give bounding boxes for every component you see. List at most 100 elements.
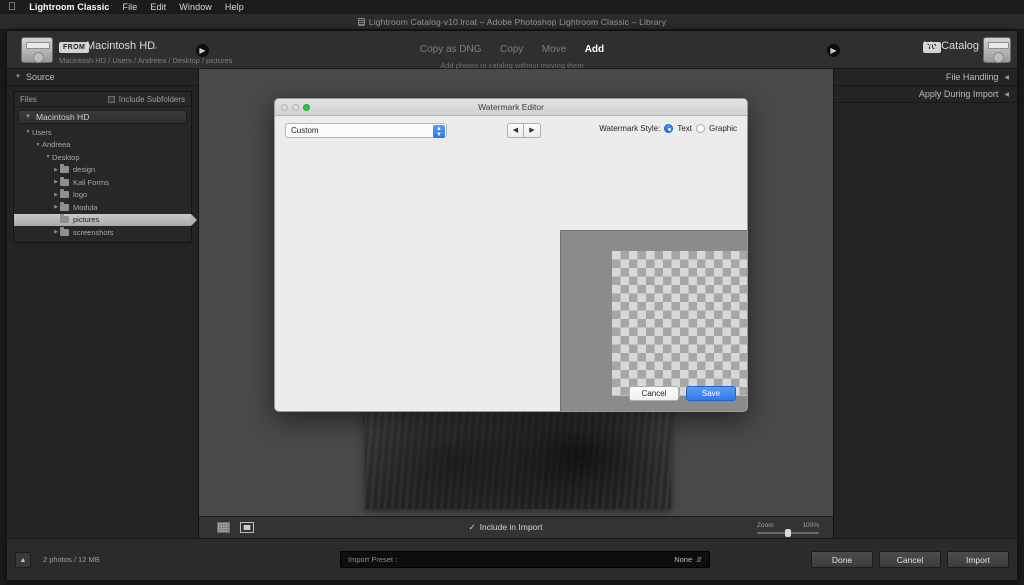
triangle-down-icon[interactable]: ▼ (34, 142, 42, 148)
action-move[interactable]: Move (542, 44, 566, 55)
folder-icon (60, 229, 69, 236)
triangle-down-icon[interactable]: ▼ (24, 129, 32, 135)
cancel-button[interactable]: Cancel (879, 551, 941, 568)
nav-previous-button[interactable]: ◀ (507, 123, 524, 138)
tree-item-desktop[interactable]: ▼ Desktop (14, 151, 191, 164)
radio-graphic[interactable] (696, 124, 705, 133)
watermark-dialog-buttons: Cancel Save (629, 386, 736, 401)
updown-chevron-icon: ⇵ (696, 556, 702, 564)
folder-icon (60, 191, 69, 198)
source-panel-title: Source (26, 72, 55, 82)
include-in-import-label: Include in Import (480, 522, 543, 532)
watermark-editor-titlebar: Watermark Editor (275, 99, 747, 116)
triangle-right-icon[interactable]: ▶ (52, 229, 60, 235)
done-button[interactable]: Done (811, 551, 873, 568)
import-footer-buttons: Done Cancel Import (811, 551, 1009, 568)
tree-item-kali-forms[interactable]: ▶ Kali Forms (14, 176, 191, 189)
catalog-name[interactable]: My Catalog (923, 40, 979, 52)
check-icon: ✓ (469, 522, 476, 532)
watermark-style-label: Watermark Style: (599, 124, 660, 133)
radio-text-label: Text (677, 124, 692, 133)
folder-icon (60, 166, 69, 173)
folder-tree: ▼ Macintosh HD ▼ Users ▼ Andreea (14, 107, 191, 242)
checkbox-icon[interactable] (108, 96, 115, 103)
tree-item-label: design (73, 165, 95, 174)
watermark-nav-buttons: ◀ ▶ (507, 123, 541, 138)
watermark-save-button[interactable]: Save (686, 386, 736, 401)
tree-item-users[interactable]: ▼ Users (14, 126, 191, 139)
zoom-button[interactable] (303, 104, 310, 111)
zoom-label: Zoom (757, 522, 774, 529)
triangle-right-icon[interactable]: ▶ (52, 204, 60, 210)
tree-item-label: Andreea (42, 140, 70, 149)
document-icon (358, 18, 365, 26)
watermark-preset-select[interactable]: Custom ▲▼ (285, 123, 447, 138)
import-settings-panel: File Handling ◀ Apply During Import ◀ (833, 69, 1017, 538)
action-add[interactable]: Add (585, 44, 604, 55)
tree-item-label: Modula (73, 203, 98, 212)
zoom-slider[interactable]: Zoom 100% (757, 522, 819, 534)
tree-item-design[interactable]: ▶ design (14, 164, 191, 177)
menu-item-help[interactable]: Help (225, 2, 244, 12)
panel-file-handling-label: File Handling (946, 72, 999, 82)
tree-item-label: pictures (73, 215, 99, 224)
watermark-editor-title: Watermark Editor (478, 102, 544, 112)
include-in-import-toggle[interactable]: ✓ Include in Import (254, 522, 757, 533)
folder-icon (60, 216, 69, 223)
watermark-cancel-button[interactable]: Cancel (629, 386, 679, 401)
folder-icon (60, 179, 69, 186)
tree-item-label: logo (73, 190, 87, 199)
tree-item-andreea[interactable]: ▼ Andreea (14, 139, 191, 152)
include-subfolders-toggle[interactable]: Include Subfolders (108, 95, 185, 104)
lightroom-app-window:  Lightroom Classic File Edit Window Hel… (0, 0, 1024, 585)
zoom-slider-knob[interactable] (785, 529, 791, 537)
triangle-down-icon[interactable]: ▼ (44, 154, 52, 160)
photo-count-status: 2 photos / 12 MB (43, 555, 100, 564)
tree-item-label: Desktop (52, 153, 80, 162)
panel-apply-during-import[interactable]: Apply During Import ◀ (834, 86, 1017, 103)
menu-item-lightroom-classic[interactable]: Lightroom Classic (29, 2, 109, 12)
stepper-icon[interactable]: ▲▼ (433, 125, 445, 138)
triangle-right-icon[interactable]: ▶ (52, 192, 60, 198)
menu-item-edit[interactable]: Edit (150, 2, 166, 12)
triangle-left-icon: ◀ (1004, 74, 1009, 81)
watermark-preset-value: Custom (291, 126, 319, 135)
import-preset-value: None (674, 555, 692, 564)
window-titlebar: Lightroom Catalog-v10.lrcat – Adobe Phot… (0, 14, 1024, 30)
tree-root-macintosh-hd[interactable]: ▼ Macintosh HD (18, 110, 187, 124)
lightroom-main-window: Lightroom Catalog-v10.lrcat – Adobe Phot… (0, 14, 1024, 585)
expand-panel-button[interactable]: ▲ (15, 552, 31, 568)
minimize-button[interactable] (292, 104, 299, 111)
files-box: Files Include Subfolders ▼ Macintosh HD (13, 91, 192, 243)
panel-file-handling[interactable]: File Handling ◀ (834, 69, 1017, 86)
tree-item-label: Kali Forms (73, 178, 109, 187)
action-copy[interactable]: Copy (500, 44, 523, 55)
close-button[interactable] (281, 104, 288, 111)
radio-text[interactable] (664, 124, 673, 133)
import-preset-label: Import Preset : (348, 555, 397, 564)
source-panel-header[interactable]: ▼ Source (7, 69, 198, 86)
panel-apply-during-import-label: Apply During Import (919, 89, 999, 99)
menu-item-file[interactable]: File (122, 2, 137, 12)
watermark-editor-dialog: Watermark Editor Custom ▲▼ ◀ ▶ Watermark… (274, 98, 748, 412)
menu-item-window[interactable]: Window (179, 2, 212, 12)
tree-item-screenshots[interactable]: ▶ screenshots (14, 226, 191, 239)
import-button[interactable]: Import (947, 551, 1009, 568)
import-action-tabs: Copy as DNG Copy Move Add Add photos to … (7, 39, 1017, 70)
loupe-view-icon[interactable] (240, 522, 254, 533)
apple-logo-icon[interactable]:  (8, 2, 16, 13)
watermark-preview (560, 230, 748, 412)
import-preset-selector[interactable]: Import Preset : None ⇵ (340, 551, 710, 568)
nav-next-button[interactable]: ▶ (524, 123, 541, 138)
transparency-checkerboard (612, 251, 748, 396)
tree-item-pictures[interactable]: pictures (14, 214, 191, 227)
import-footer: ▲ 2 photos / 12 MB Import Preset : None … (7, 538, 1017, 580)
zoom-value: 100% (802, 522, 819, 529)
action-copy-as-dng[interactable]: Copy as DNG (420, 44, 482, 55)
triangle-right-icon[interactable]: ▶ (52, 167, 60, 173)
tree-item-modula[interactable]: ▶ Modula (14, 201, 191, 214)
grid-view-icon[interactable] (217, 522, 230, 533)
tree-item-logo[interactable]: ▶ logo (14, 189, 191, 202)
triangle-right-icon[interactable]: ▶ (52, 179, 60, 185)
zoom-slider-track[interactable] (757, 532, 819, 534)
